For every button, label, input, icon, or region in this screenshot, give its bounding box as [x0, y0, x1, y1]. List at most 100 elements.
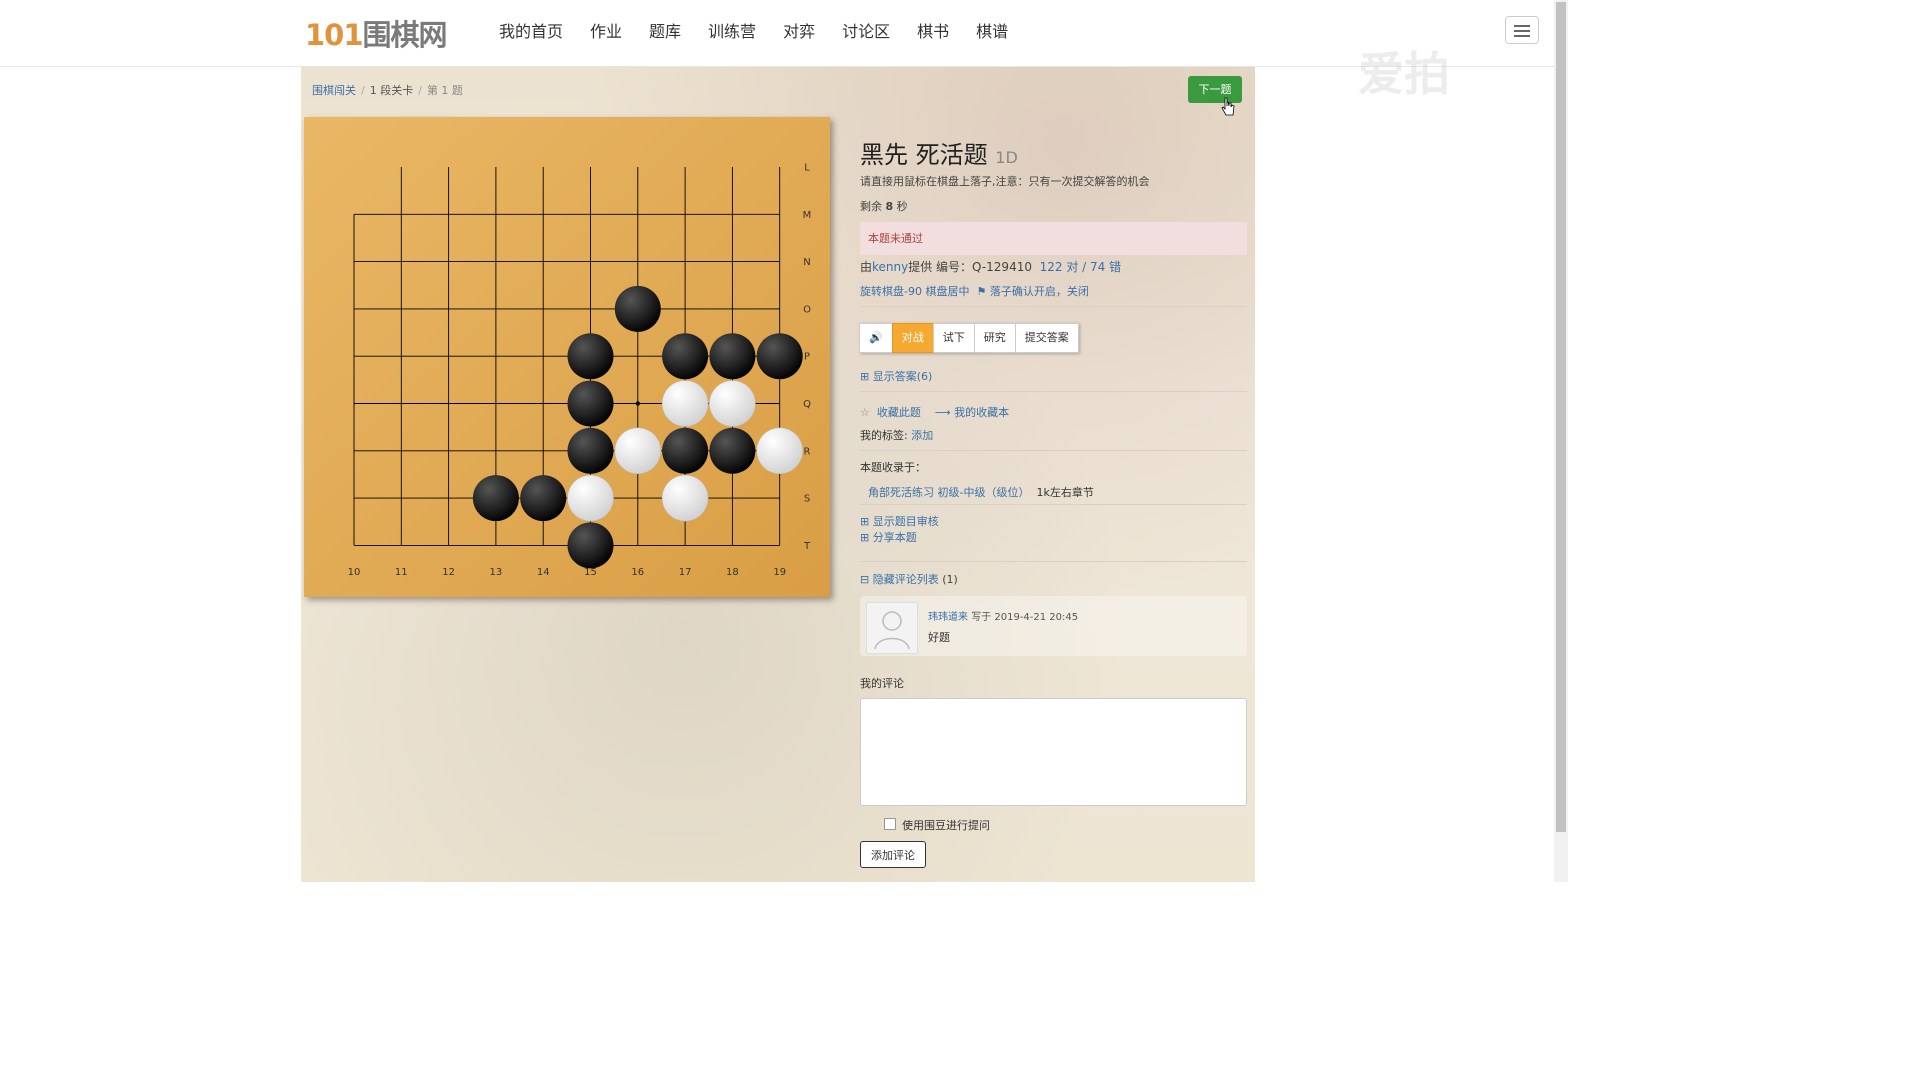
plus-square-icon: ⊞ — [860, 531, 870, 544]
black-stone — [567, 427, 614, 474]
stats-link[interactable]: 122 对 / 74 错 — [1040, 260, 1121, 274]
black-stone — [520, 475, 567, 522]
page-scrollbar[interactable] — [1554, 0, 1568, 882]
provider-link[interactable]: kenny — [872, 260, 908, 274]
mode-study-button[interactable]: 研究 — [973, 323, 1016, 353]
white-stone — [661, 474, 709, 522]
board-x-label: 16 — [631, 567, 644, 578]
board-y-label: N — [803, 257, 810, 268]
countdown-timer: 剩余 8 秒 — [860, 200, 908, 213]
comment-item: 玮玮道来 写于 2019-4-21 20:45 好题 — [860, 596, 1247, 656]
minus-square-icon: ⊟ — [860, 573, 870, 586]
comment-author[interactable]: 玮玮道来 — [928, 612, 968, 623]
black-stone — [662, 333, 709, 380]
board-y-label: O — [803, 304, 811, 315]
divider — [860, 561, 1247, 562]
board-y-label: M — [803, 210, 812, 221]
mode-button-group: 🔊 对战 试下 研究 提交答案 — [859, 323, 1079, 353]
board-x-label: 17 — [679, 567, 692, 578]
black-stone — [567, 333, 614, 380]
comment-textarea[interactable] — [860, 698, 1247, 806]
mode-battle-button[interactable]: 对战 — [891, 323, 934, 353]
rotate-board-link[interactable]: 旋转棋盘-90 — [860, 285, 922, 298]
breadcrumb-root[interactable]: 围棋闯关 — [312, 84, 356, 97]
star-point — [635, 401, 640, 406]
nav-training[interactable]: 训练营 — [708, 18, 756, 42]
board-y-label: T — [803, 541, 811, 552]
hide-comments-toggle[interactable]: ⊟ 隐藏评论列表 (1) — [860, 571, 958, 587]
white-stone — [567, 474, 614, 522]
board-y-label: Q — [803, 399, 811, 410]
share-toggle[interactable]: ⊞ 分享本题 — [860, 529, 917, 545]
plus-square-icon: ⊞ — [860, 515, 870, 528]
arrow-right-icon: ⟶ — [934, 406, 951, 419]
confirm-move-link[interactable]: ⚑ 落子确认开启，关闭 — [976, 285, 1088, 298]
show-review-toggle[interactable]: ⊞ 显示题目审核 — [860, 513, 939, 529]
problem-hint: 请直接用鼠标在棋盘上落子,注意：只有一次提交解答的机会 — [860, 175, 1150, 188]
my-favorites-link[interactable]: ⟶ 我的收藏本 — [935, 406, 1009, 419]
problem-title: 黑先 死活题 1D — [860, 141, 1018, 169]
nav-records[interactable]: 棋谱 — [976, 18, 1008, 42]
board-x-label: 11 — [395, 567, 408, 578]
show-answer-toggle[interactable]: ⊞ 显示答案(6) — [860, 368, 932, 384]
recording-watermark: 爱拍 — [1358, 47, 1450, 101]
hamburger-icon — [1514, 25, 1530, 27]
board-x-label: 10 — [348, 567, 361, 578]
logo-text: 围棋网 — [362, 18, 448, 52]
black-stone — [662, 427, 709, 474]
submit-answer-button[interactable]: 提交答案 — [1014, 323, 1079, 353]
nav-books[interactable]: 棋书 — [917, 18, 949, 42]
included-label: 本题收录于： — [860, 461, 926, 474]
white-stone — [661, 380, 709, 427]
board-x-label: 15 — [584, 567, 597, 578]
board-x-label: 14 — [537, 567, 550, 578]
sound-toggle-button[interactable]: 🔊 — [859, 323, 893, 353]
main-nav: 我的首页 作业 题库 训练营 对弈 讨论区 棋书 棋谱 — [499, 18, 1035, 42]
board-x-label: 13 — [490, 567, 503, 578]
go-board[interactable]: 10 11 12 13 14 15 16 17 18 19 L M N O P Q R S T — [304, 117, 830, 597]
board-x-label: 19 — [773, 567, 786, 578]
nav-home[interactable]: 我的首页 — [499, 18, 563, 42]
divider — [860, 450, 1247, 451]
included-row: 角部死活练习 初级-中级（级位） 1k左右章节 — [868, 486, 1094, 499]
status-alert: 本题未通过 — [860, 222, 1247, 255]
add-tag-link[interactable]: 添加 — [911, 429, 933, 442]
white-stone — [756, 427, 803, 475]
breadcrumb-level: 1 段关卡 — [369, 84, 414, 97]
board-y-label: P — [804, 352, 810, 363]
black-stone — [709, 333, 756, 380]
use-beans-label: 使用围豆进行提问 — [902, 819, 990, 832]
add-comment-button[interactable]: 添加评论 — [860, 841, 926, 868]
center-board-link[interactable]: 棋盘居中 — [925, 285, 969, 298]
white-stone — [709, 380, 756, 427]
black-stone — [709, 427, 756, 474]
board-y-label: L — [804, 163, 810, 174]
mode-try-button[interactable]: 试下 — [932, 323, 975, 353]
nav-homework[interactable]: 作业 — [590, 18, 622, 42]
divider — [860, 391, 1247, 392]
black-stone — [756, 333, 803, 380]
board-options: 旋转棋盘-90 棋盘居中 ⚑ 落子确认开启，关闭 — [860, 283, 1089, 299]
menu-toggle-button[interactable] — [1505, 16, 1539, 44]
nav-problems[interactable]: 题库 — [649, 18, 681, 42]
top-navbar: 101围棋网 我的首页 作业 题库 训练营 对弈 讨论区 棋书 棋谱 — [0, 0, 1554, 67]
user-icon — [874, 611, 910, 650]
use-beans-checkbox[interactable] — [884, 818, 896, 830]
black-stone — [567, 380, 614, 427]
comment-meta: 写于 2019-4-21 20:45 — [971, 612, 1079, 623]
black-stone — [567, 522, 614, 569]
problem-level: 1D — [995, 148, 1018, 167]
nav-play[interactable]: 对弈 — [783, 18, 815, 42]
site-logo[interactable]: 101围棋网 — [305, 12, 448, 54]
divider — [860, 504, 1247, 505]
comment-text: 好题 — [928, 631, 950, 644]
problem-meta: 由kenny提供 编号：Q-129410 122 对 / 74 错 — [860, 260, 1122, 274]
included-collection-link[interactable]: 角部死活练习 初级-中级（级位） — [868, 486, 1029, 499]
nav-forum[interactable]: 讨论区 — [842, 18, 890, 42]
white-stone — [614, 427, 662, 475]
favorite-link[interactable]: 收藏此题 — [877, 406, 921, 419]
my-comment-label: 我的评论 — [860, 677, 904, 690]
scrollbar-thumb[interactable] — [1556, 2, 1566, 832]
logo-number: 101 — [305, 18, 364, 52]
board-x-label: 18 — [726, 567, 739, 578]
